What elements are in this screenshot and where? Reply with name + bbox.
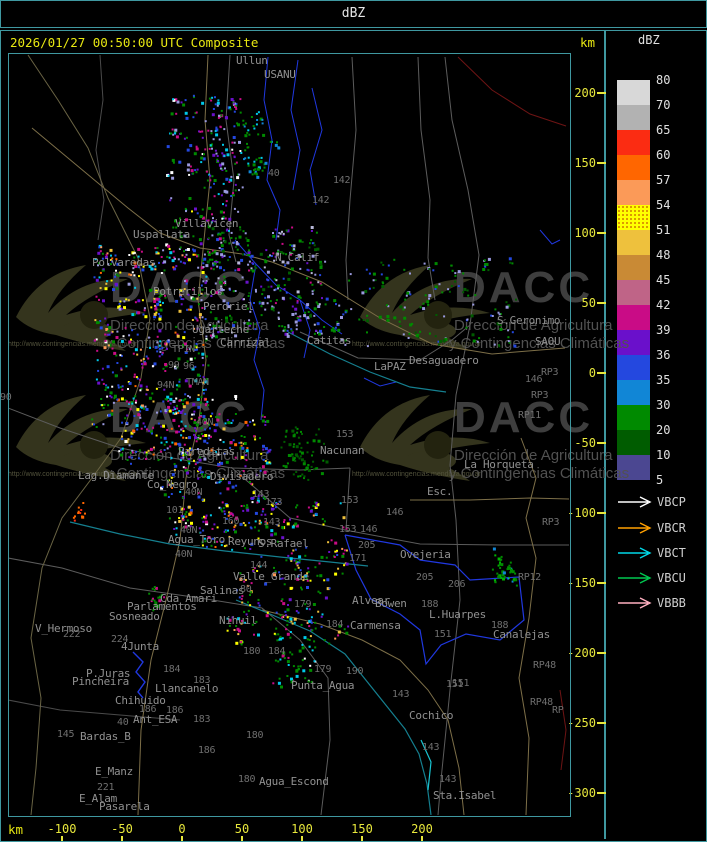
watermark-url: http://www.contingencias.mendoza.gov.ar: [352, 341, 481, 348]
watermark-url: http://www.contingencias.mendoza.gov.ar: [352, 471, 481, 478]
watermark-dacc-text: DACC: [110, 263, 250, 312]
watermark-line1: Dirección de Agricultura: [454, 447, 613, 464]
watermark-line1: Dirección de Agricultura: [454, 317, 613, 334]
watermark-url: http://www.contingencias.mendoza.gov.ar: [8, 341, 137, 348]
watermark-line1: Dirección de Agricultura: [110, 447, 269, 464]
radar-app-window: dBZ 2026/01/27 00:50:00 UTC Composite km…: [0, 0, 707, 842]
watermark-dacc-text: DACC: [454, 393, 594, 442]
watermark-layer: DACC Dirección de Agricultura y Contingenc…: [0, 0, 707, 842]
watermark-url: http://www.contingencias.mendoza.gov.ar: [8, 471, 137, 478]
watermark-dacc-text: DACC: [110, 393, 250, 442]
watermark-dacc-text: DACC: [454, 263, 594, 312]
watermark-line1: Dirección de Agricultura: [110, 317, 269, 334]
